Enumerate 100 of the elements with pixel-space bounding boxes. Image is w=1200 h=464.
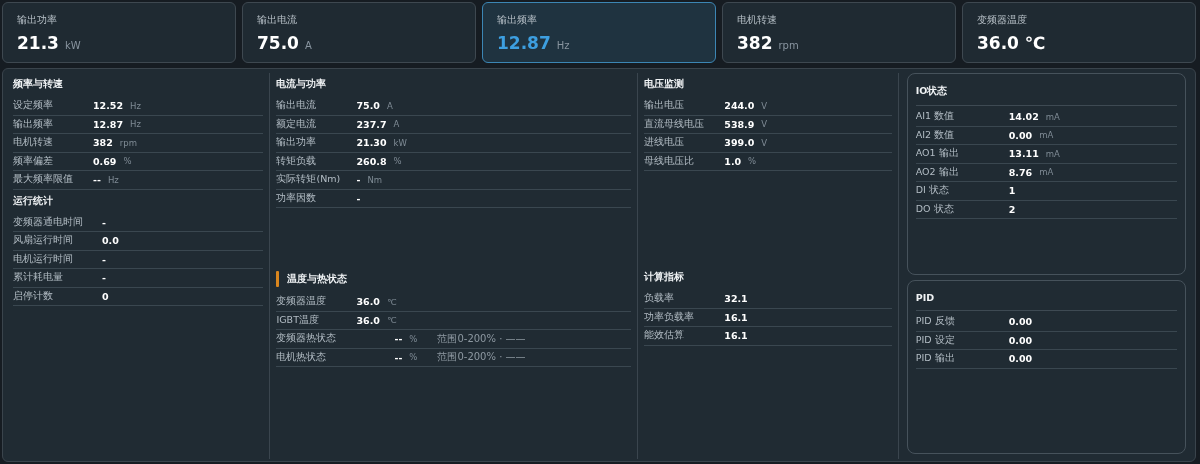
unit-label: % bbox=[409, 352, 418, 363]
field-value: 36.0 bbox=[356, 314, 380, 326]
field-label: 频率偏差 bbox=[13, 154, 54, 168]
field-value: 0.00 bbox=[1008, 353, 1033, 365]
field-label: 输出电流 bbox=[276, 99, 318, 113]
section-title: 频率与转速 bbox=[13, 78, 63, 91]
field-value: 260.8 bbox=[356, 155, 387, 167]
field-value: - bbox=[356, 174, 361, 186]
metric-label: 电机转速 bbox=[737, 13, 777, 27]
section-title: 计算指标 bbox=[644, 271, 685, 284]
unit-label: A bbox=[386, 100, 393, 111]
section-title: PID bbox=[915, 292, 935, 303]
field-label: 母线电压比 bbox=[644, 154, 696, 168]
field-value: -- bbox=[93, 174, 101, 186]
field-label: 能效估算 bbox=[644, 329, 686, 343]
metric-card[interactable]: 输出电流 75.0 A bbox=[242, 2, 476, 63]
field-label: DO 状态 bbox=[915, 202, 955, 216]
section-title: 温度与热状态 bbox=[287, 272, 348, 286]
field-label: PID 输出 bbox=[915, 352, 956, 366]
field-value: 0.00 bbox=[1008, 129, 1033, 141]
metric-label: 变频器温度 bbox=[977, 13, 1027, 27]
field-value: 1.0 bbox=[724, 155, 742, 167]
unit-label: mA bbox=[1039, 130, 1054, 141]
section-title: 电流与功率 bbox=[276, 78, 327, 91]
metric-card[interactable]: 输出功率 21.3 kW bbox=[2, 2, 236, 63]
field-label: AI2 数值 bbox=[915, 128, 956, 142]
field-label: 输出电压 bbox=[644, 99, 686, 113]
field-value: 0.0 bbox=[102, 235, 119, 247]
field-value: 32.1 bbox=[724, 293, 748, 305]
unit-label: % bbox=[748, 156, 757, 167]
metric-value: 75.0 bbox=[257, 33, 299, 53]
field-value: - bbox=[356, 192, 361, 204]
field-label: 启停计数 bbox=[13, 289, 54, 303]
field-label: 电机运行时间 bbox=[13, 252, 74, 266]
unit-label: Hz bbox=[107, 174, 119, 185]
unit-label: A bbox=[393, 119, 400, 130]
field-value: 0 bbox=[102, 290, 109, 302]
field-value: 75.0 bbox=[356, 100, 380, 112]
field-value: 1 bbox=[1008, 185, 1016, 197]
metric-value: 21.3 bbox=[17, 33, 59, 53]
field-label: 电机热状态 bbox=[276, 350, 328, 364]
section-title: IO状态 bbox=[915, 85, 948, 98]
field-value: 538.9 bbox=[724, 118, 755, 130]
field-value: 12.52 bbox=[93, 100, 124, 112]
field-value: 2 bbox=[1008, 203, 1016, 215]
metric-card[interactable]: 输出频率 12.87 Hz bbox=[482, 2, 716, 63]
field-label: PID 设定 bbox=[915, 333, 956, 347]
metric-unit: kW bbox=[64, 40, 81, 51]
field-value: 21.30 bbox=[356, 137, 387, 149]
field-value: 13.11 bbox=[1008, 148, 1039, 160]
metric-label: 输出电流 bbox=[257, 13, 297, 27]
section-title: 电压监测 bbox=[644, 78, 685, 91]
unit-label: mA bbox=[1039, 167, 1054, 178]
unit-label: Hz bbox=[130, 119, 141, 130]
metric-card[interactable]: 电机转速 382 rpm bbox=[722, 2, 956, 63]
field-value: -- bbox=[394, 351, 403, 363]
metric-unit: Hz bbox=[556, 40, 570, 51]
field-label: 负载率 bbox=[644, 292, 676, 306]
field-value: 8.76 bbox=[1008, 166, 1033, 178]
metric-label: 输出频率 bbox=[497, 13, 537, 27]
unit-label: ℃ bbox=[386, 315, 397, 326]
field-label: 输出频率 bbox=[13, 117, 54, 131]
field-value: 16.1 bbox=[724, 330, 748, 342]
field-value: - bbox=[102, 272, 106, 284]
unit-label: V bbox=[761, 100, 768, 111]
field-label: 功率因数 bbox=[276, 191, 318, 205]
field-label: IGBT温度 bbox=[276, 313, 320, 327]
metric-card[interactable]: 变频器温度 36.0 ℃ bbox=[962, 2, 1196, 63]
field-value: 0.00 bbox=[1008, 334, 1033, 346]
field-label: 实际转矩(Nm) bbox=[276, 173, 342, 187]
field-value: - bbox=[102, 216, 106, 228]
metric-value: 382 bbox=[737, 33, 773, 53]
unit-label: V bbox=[761, 137, 768, 148]
unit-label: kW bbox=[393, 137, 407, 148]
field-label: 变频器温度 bbox=[276, 295, 328, 309]
field-value: 14.02 bbox=[1008, 111, 1039, 123]
metric-unit: rpm bbox=[778, 40, 799, 51]
field-value: 244.0 bbox=[724, 100, 755, 112]
field-value: 399.0 bbox=[724, 137, 755, 149]
unit-label: % bbox=[409, 333, 418, 344]
metric-unit: A bbox=[304, 40, 312, 51]
field-label: 转矩负载 bbox=[276, 154, 318, 168]
field-value: 0.69 bbox=[93, 155, 117, 167]
unit-label: V bbox=[761, 119, 768, 130]
field-label: 直流母线电压 bbox=[644, 117, 706, 131]
field-label: 累计耗电量 bbox=[13, 271, 64, 285]
metric-label: 输出功率 bbox=[17, 13, 57, 27]
field-value: - bbox=[102, 253, 106, 265]
field-label: DI 状态 bbox=[915, 184, 950, 198]
unit-label: % bbox=[123, 156, 132, 167]
unit-label: Hz bbox=[130, 100, 141, 111]
field-label: 变频器热状态 bbox=[276, 332, 338, 346]
field-label: 设定频率 bbox=[13, 99, 54, 113]
field-value: 12.87 bbox=[93, 118, 124, 130]
metric-value: 36.0 ℃ bbox=[977, 33, 1046, 53]
field-label: 额定电流 bbox=[276, 117, 318, 131]
field-label: 最大频率限值 bbox=[13, 173, 74, 187]
field-value: 382 bbox=[93, 137, 113, 149]
field-value: 0.00 bbox=[1008, 316, 1033, 328]
field-label: 电机转速 bbox=[13, 136, 54, 150]
